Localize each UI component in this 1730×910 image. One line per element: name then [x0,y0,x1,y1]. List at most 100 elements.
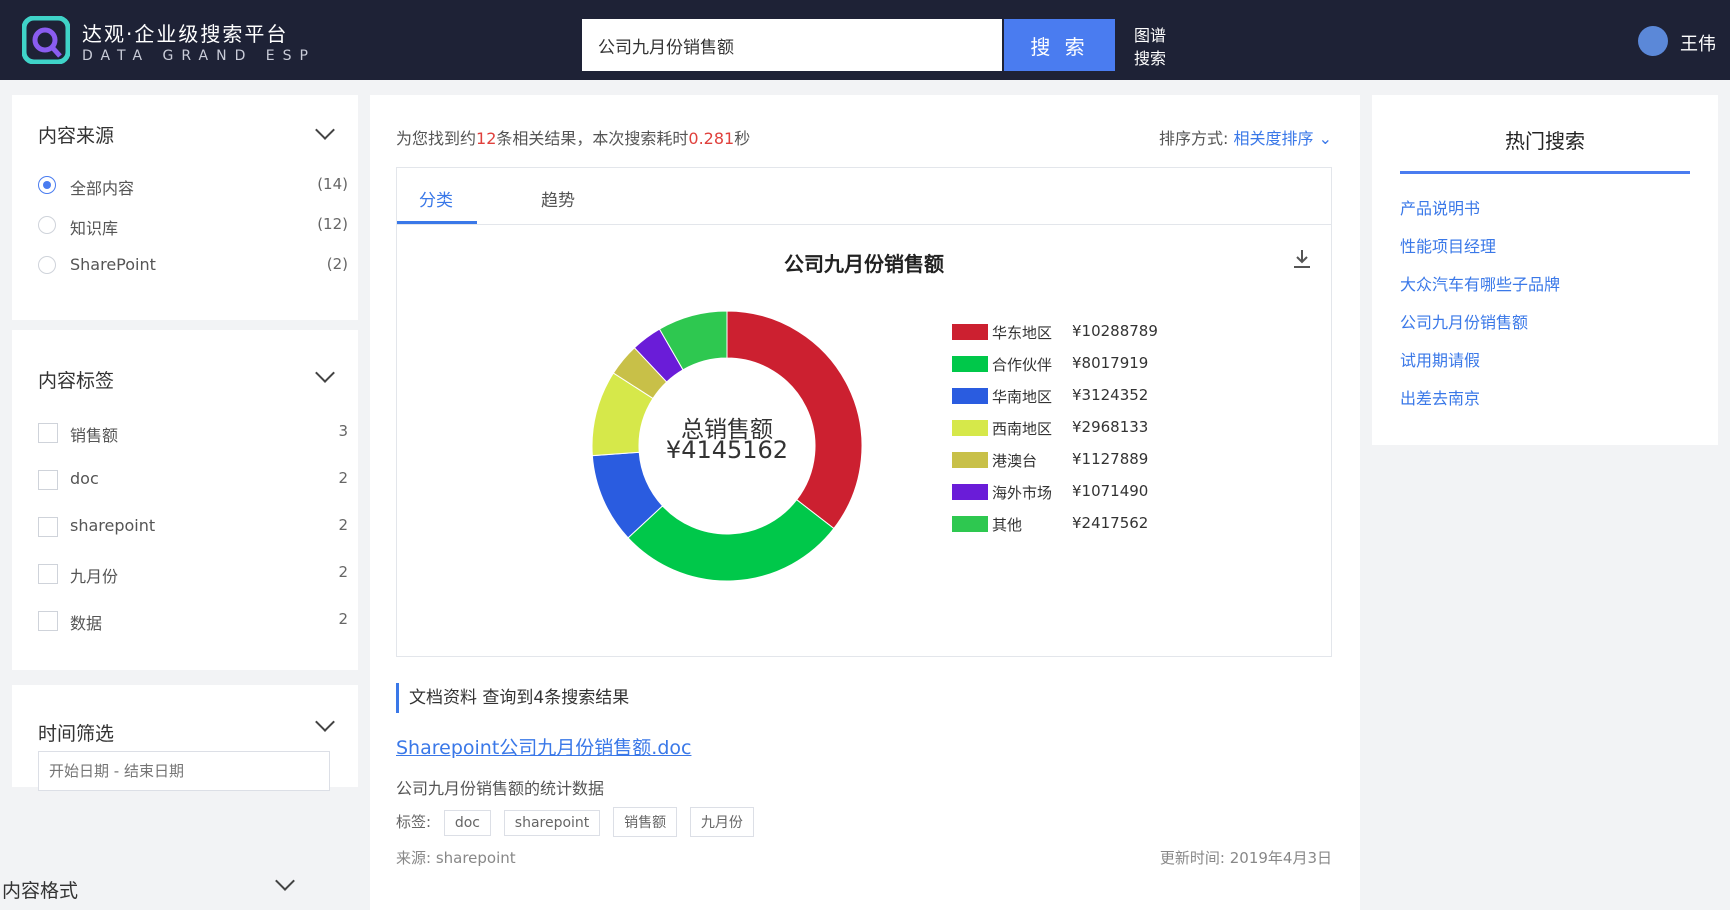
legend-name: 合作伙伴 [992,356,1053,374]
legend-name: 其他 [992,516,1023,534]
doc-source: 来源: sharepoint [396,849,516,867]
option-label: 销售额 [70,426,119,445]
date-range-input[interactable] [38,751,330,791]
summary-mid: 条相关结果，本次搜索耗时 [496,129,689,148]
time-filter-title: 时间筛选 [38,723,115,745]
summary-suffix: 秒 [734,129,751,148]
checkbox[interactable] [38,564,58,584]
option-count: 2 [338,469,348,487]
legend-item[interactable]: 华南地区 ¥3124352 [952,384,1252,408]
checkbox[interactable] [38,611,58,631]
legend-swatch [952,356,988,372]
doc-tag[interactable]: sharepoint [503,810,601,836]
doc-tag[interactable]: doc [443,810,491,836]
chevron-down-icon[interactable] [275,871,295,891]
sort-control[interactable]: 排序方式: 相关度排序 ⌄ [1159,125,1332,149]
legend-item[interactable]: 港澳台 ¥1127889 [952,448,1252,472]
chevron-down-icon[interactable]: ⌄ [1319,129,1332,148]
legend-value: ¥3124352 [1072,386,1149,404]
search-time: 0.281 [688,129,735,148]
tag-option[interactable]: doc 2 [38,467,348,493]
checkbox[interactable] [38,423,58,443]
hot-search-item[interactable]: 出差去南京 [1400,385,1480,409]
results-panel: 为您找到约12条相关结果，本次搜索耗时0.281秒 排序方式: 相关度排序 ⌄ … [370,95,1360,910]
radio-button[interactable] [38,176,56,194]
hot-search-item[interactable]: 大众汽车有哪些子品牌 [1400,271,1560,295]
chart-title: 公司九月份销售额 [784,252,944,276]
option-count: 2 [338,516,348,534]
source-filter-panel: 内容来源 全部内容 (14) 知识库 (12) SharePoint (2) [12,95,358,320]
chevron-down-icon[interactable] [315,120,335,140]
graph-search-link[interactable]: 图谱搜索 [1134,24,1174,70]
doc-result-description: 公司九月份销售额的统计数据 [396,779,605,798]
chevron-down-icon[interactable] [315,363,335,383]
legend-name: 华东地区 [992,324,1053,342]
legend-name: 华南地区 [992,388,1053,406]
option-count: 2 [338,563,348,581]
chart-tab-box: 分类 趋势 公司九月份销售额 总销售额 ¥4145162 华东地区 ¥102887… [396,167,1332,657]
legend-swatch [952,484,988,500]
tag-filter-title: 内容标签 [38,370,115,392]
legend-value: ¥1127889 [1072,450,1149,468]
legend-swatch [952,324,988,340]
time-filter-panel: 时间筛选 [12,685,358,791]
option-label: SharePoint [70,255,156,274]
legend-swatch [952,388,988,404]
checkbox[interactable] [38,470,58,490]
legend-name: 海外市场 [992,484,1053,502]
option-label: sharepoint [70,516,156,535]
legend-item[interactable]: 海外市场 ¥1071490 [952,480,1252,504]
checkbox[interactable] [38,517,58,537]
tag-filter-panel: 内容标签 销售额 3 doc 2 sharepoint 2 九月份 2 数据 2 [12,330,358,670]
source-option-knowledge[interactable]: 知识库 (12) [38,213,348,239]
donut-slice[interactable] [627,499,835,582]
legend-name: 港澳台 [992,452,1038,470]
result-count: 12 [476,129,497,148]
legend-value: ¥2968133 [1072,418,1149,436]
search-input[interactable] [582,19,1002,71]
doc-result-title[interactable]: Sharepoint公司九月份销售额.doc [396,733,691,760]
user-name[interactable]: 王伟 [1680,30,1716,56]
tag-option[interactable]: 九月份 2 [38,561,348,587]
tag-option[interactable]: sharepoint 2 [38,514,348,540]
sort-dropdown[interactable]: 相关度排序 [1233,129,1313,148]
legend-item[interactable]: 西南地区 ¥2968133 [952,416,1252,440]
hot-search-item[interactable]: 公司九月份销售额 [1400,309,1528,333]
tag-option[interactable]: 数据 2 [38,608,348,634]
option-count: (2) [326,255,348,273]
legend-item[interactable]: 华东地区 ¥10288789 [952,320,1252,344]
source-option-sharepoint[interactable]: SharePoint (2) [38,253,348,279]
source-filter-title: 内容来源 [38,125,115,147]
legend-name: 西南地区 [992,420,1053,438]
logo-title: 达观·企业级搜索平台 [82,22,289,46]
option-label: 数据 [70,614,103,633]
option-count: (14) [317,175,348,193]
tab-category[interactable]: 分类 [419,186,453,211]
avatar[interactable] [1638,26,1668,56]
hot-search-item[interactable]: 产品说明书 [1400,195,1480,219]
hot-search-item[interactable]: 试用期请假 [1400,347,1480,371]
download-icon[interactable] [1291,248,1313,270]
source-option-all[interactable]: 全部内容 (14) [38,173,348,199]
option-label: doc [70,469,99,488]
doc-tags: 标签: doc sharepoint 销售额 九月份 [396,807,754,837]
legend-value: ¥2417562 [1072,514,1149,532]
tab-trend[interactable]: 趋势 [541,186,575,211]
tab-underline [397,221,477,224]
legend-value: ¥1071490 [1072,482,1149,500]
doc-tag[interactable]: 九月份 [689,807,754,837]
legend-item[interactable]: 合作伙伴 ¥8017919 [952,352,1252,376]
radio-button[interactable] [38,216,56,234]
option-label: 九月份 [70,567,119,586]
hot-search-item[interactable]: 性能项目经理 [1400,233,1496,257]
tag-option[interactable]: 销售额 3 [38,420,348,446]
radio-button[interactable] [38,256,56,274]
legend-swatch [952,452,988,468]
legend-item[interactable]: 其他 ¥2417562 [952,512,1252,536]
donut-center-value: ¥4145162 [665,436,789,464]
doc-tag[interactable]: 销售额 [613,807,678,837]
option-label: 知识库 [70,219,119,238]
tab-bar: 分类 趋势 [397,168,1331,225]
search-button[interactable]: 搜 索 [1004,19,1115,71]
chevron-down-icon[interactable] [315,712,335,732]
